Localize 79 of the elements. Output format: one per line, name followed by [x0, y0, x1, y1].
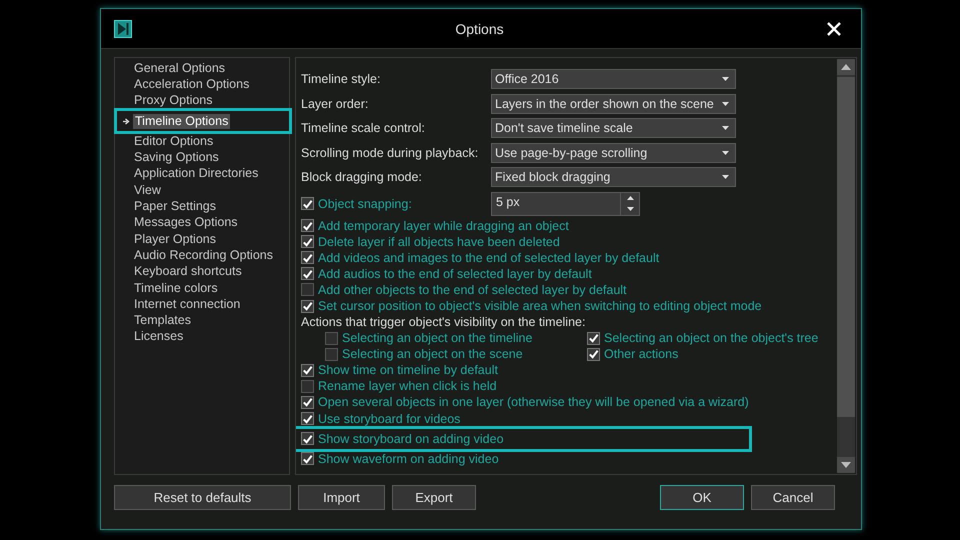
checkbox[interactable] — [587, 332, 600, 345]
dialog-button[interactable]: Export — [392, 485, 476, 510]
option-label[interactable]: Selecting an object on the scene — [342, 347, 523, 362]
option-label[interactable]: Object snapping: — [318, 196, 412, 210]
dialog-button[interactable]: OK — [660, 485, 744, 510]
option-label[interactable]: Selecting an object on the object's tree — [604, 331, 818, 346]
sidebar-item[interactable]: Application Directories — [132, 166, 260, 182]
dialog-button[interactable]: Import — [298, 485, 385, 510]
checkbox[interactable] — [301, 380, 314, 393]
sidebar-item[interactable]: Player Options — [132, 232, 218, 247]
checkbox[interactable] — [301, 364, 314, 377]
option-label[interactable]: Set cursor position to object's visible area when switching to editing object mode — [318, 299, 762, 314]
checkbox[interactable] — [587, 348, 600, 361]
caret-icon — [722, 175, 729, 180]
checkbox[interactable] — [301, 412, 314, 426]
sidebar-item[interactable]: Saving Options — [132, 150, 221, 166]
sidebar-item[interactable]: Templates — [132, 313, 193, 328]
checkbox[interactable] — [301, 235, 314, 248]
spin-field[interactable]: 5 px — [491, 192, 640, 216]
sidebar-item[interactable]: Proxy Options — [132, 93, 215, 108]
option-label[interactable]: Add audios to the end of selected layer by default — [318, 266, 592, 281]
dialog-button[interactable]: Reset to defaults — [114, 485, 291, 510]
dropdown[interactable]: Fixed block dragging — [491, 167, 736, 188]
caret-icon — [722, 102, 729, 106]
option-label[interactable]: Add videos and images to the end of selected layer by default — [318, 250, 660, 265]
checkbox[interactable] — [301, 452, 314, 466]
dropdown[interactable]: Don't save timeline scale — [491, 118, 736, 138]
checkbox[interactable] — [301, 251, 314, 264]
caret-icon — [722, 150, 729, 155]
sidebar-item[interactable]: Internet connection — [132, 296, 242, 312]
sidebar-item[interactable]: General Options — [132, 60, 228, 76]
checkbox[interactable] — [301, 300, 314, 313]
dropdown[interactable]: Layers in the order shown on the scene — [491, 94, 736, 114]
field-label: Timeline scale control: — [301, 121, 426, 136]
option-label[interactable]: Show waveform on adding video — [318, 452, 499, 466]
group-heading: Actions that trigger object's visibility on the timeline: — [301, 314, 586, 330]
field-label: Block dragging mode: — [301, 170, 423, 184]
checkbox[interactable] — [301, 219, 314, 232]
down-arrow-icon[interactable] — [626, 207, 634, 211]
caret-icon — [722, 77, 729, 82]
option-label[interactable]: Use storyboard for videos — [318, 412, 460, 426]
sidebar-item[interactable]: Timeline colors — [132, 280, 220, 296]
option-label[interactable]: Selecting an object on the timeline — [342, 331, 532, 346]
dropdown[interactable]: Use page-by-page scrolling — [491, 142, 736, 163]
arrow-icon — [122, 118, 130, 125]
checkbox[interactable] — [301, 267, 314, 280]
checkbox[interactable] — [325, 332, 338, 345]
option-label[interactable]: Rename layer when click is held — [318, 379, 497, 394]
sidebar-item[interactable]: Audio Recording Options — [132, 248, 275, 263]
caret-icon — [722, 126, 729, 130]
option-label[interactable]: Add temporary layer while dragging an object — [318, 218, 569, 233]
dialog-button[interactable]: Cancel — [751, 485, 835, 510]
sidebar-item[interactable]: Licenses — [132, 329, 186, 344]
option-label[interactable]: Add other objects to the end of selected layer by default — [318, 282, 627, 297]
option-label[interactable]: Other actions — [604, 347, 678, 362]
app-logo-icon — [114, 20, 132, 38]
checkbox[interactable] — [325, 348, 338, 361]
option-label[interactable]: Open several objects in one layer (otherwise they will be opened via a wizard) — [318, 395, 749, 410]
checkbox[interactable] — [301, 432, 314, 446]
close-icon[interactable] — [827, 22, 841, 36]
option-label[interactable]: Show storyboard on adding video — [318, 432, 504, 446]
field-label: Layer order: — [301, 96, 370, 111]
sidebar-item[interactable]: Timeline Options — [133, 114, 230, 129]
sidebar-item[interactable]: Paper Settings — [132, 199, 218, 214]
sidebar-item[interactable]: Acceleration Options — [132, 76, 252, 92]
dropdown[interactable]: Office 2016 — [491, 69, 736, 90]
option-label[interactable]: Show time on timeline by default — [318, 363, 498, 378]
option-label[interactable]: Delete layer if all objects have been deleted — [318, 234, 560, 249]
window-title: Options — [454, 20, 505, 36]
checkbox[interactable] — [301, 283, 314, 296]
sidebar-item[interactable]: View — [132, 182, 163, 198]
field-label: Timeline style: — [301, 72, 382, 86]
checkbox[interactable] — [301, 396, 314, 409]
sidebar-item[interactable]: Messages Options — [132, 215, 240, 230]
checkbox[interactable] — [301, 197, 314, 210]
sidebar-item[interactable]: Keyboard shortcuts — [132, 264, 244, 280]
up-arrow-icon[interactable] — [626, 196, 634, 200]
field-label: Scrolling mode during playback: — [301, 146, 480, 160]
sidebar-item[interactable]: Editor Options — [132, 134, 216, 149]
